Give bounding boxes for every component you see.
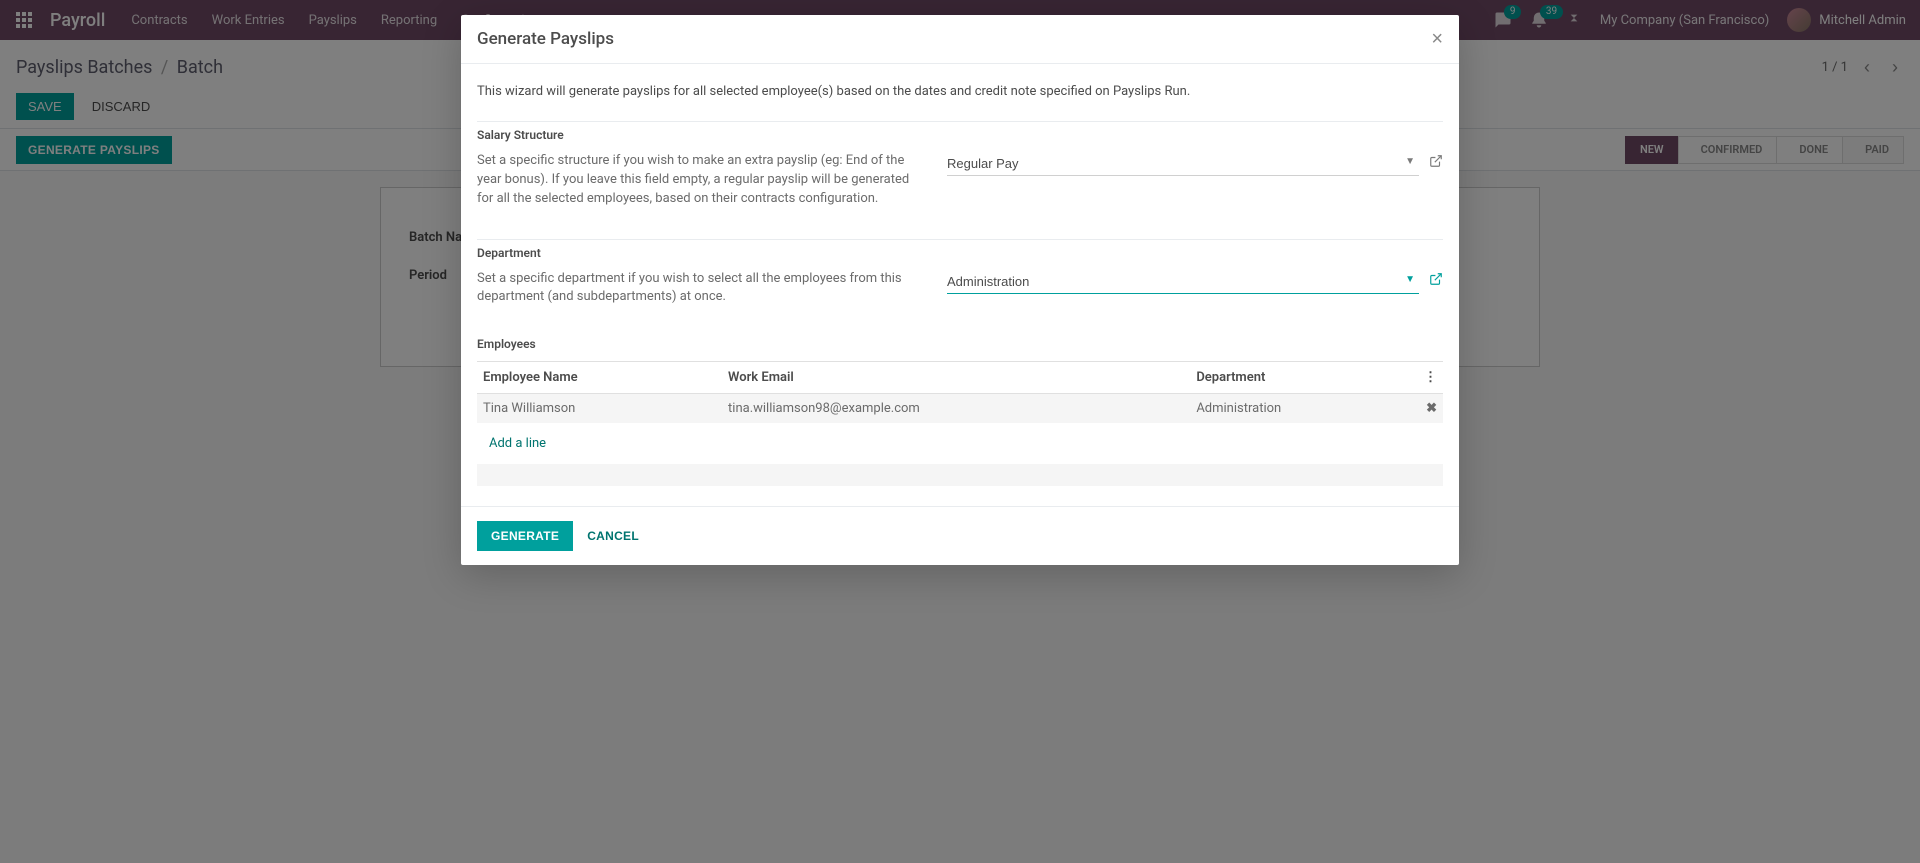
generate-payslips-modal: Generate Payslips × This wizard will gen…	[461, 15, 1459, 565]
modal-title: Generate Payslips	[477, 29, 614, 49]
department-input[interactable]	[947, 270, 1419, 294]
col-employee-name[interactable]: Employee Name	[477, 362, 722, 394]
col-department[interactable]: Department	[1190, 362, 1413, 394]
modal-overlay[interactable]: Generate Payslips × This wizard will gen…	[0, 0, 1920, 863]
employees-table: Employee Name Work Email Department ⋮ Ti…	[477, 361, 1443, 486]
salary-structure-desc: Set a specific structure if you wish to …	[477, 152, 917, 209]
cancel-button[interactable]: CANCEL	[587, 529, 639, 543]
kebab-icon[interactable]: ⋮	[1424, 370, 1437, 385]
generate-button[interactable]: GENERATE	[477, 521, 573, 551]
external-link-icon[interactable]	[1429, 152, 1443, 172]
cell-employee-name[interactable]: Tina Williamson	[477, 394, 722, 424]
external-link-icon[interactable]	[1429, 270, 1443, 290]
salary-structure-title: Salary Structure	[477, 128, 1443, 142]
cell-department[interactable]: Administration	[1190, 394, 1413, 424]
col-work-email[interactable]: Work Email	[722, 362, 1190, 394]
employees-title: Employees	[477, 337, 1443, 351]
separator	[477, 239, 1443, 240]
table-row[interactable]: Tina Williamson tina.williamson98@exampl…	[477, 394, 1443, 424]
remove-row-icon[interactable]: ✖	[1413, 394, 1443, 424]
add-line-link[interactable]: Add a line	[483, 430, 552, 457]
salary-structure-input[interactable]	[947, 152, 1419, 176]
department-desc: Set a specific department if you wish to…	[477, 270, 917, 308]
department-title: Department	[477, 246, 1443, 260]
cell-work-email[interactable]: tina.williamson98@example.com	[722, 394, 1190, 424]
close-icon[interactable]: ×	[1431, 29, 1443, 49]
separator	[477, 121, 1443, 122]
modal-intro: This wizard will generate payslips for a…	[477, 84, 1443, 99]
